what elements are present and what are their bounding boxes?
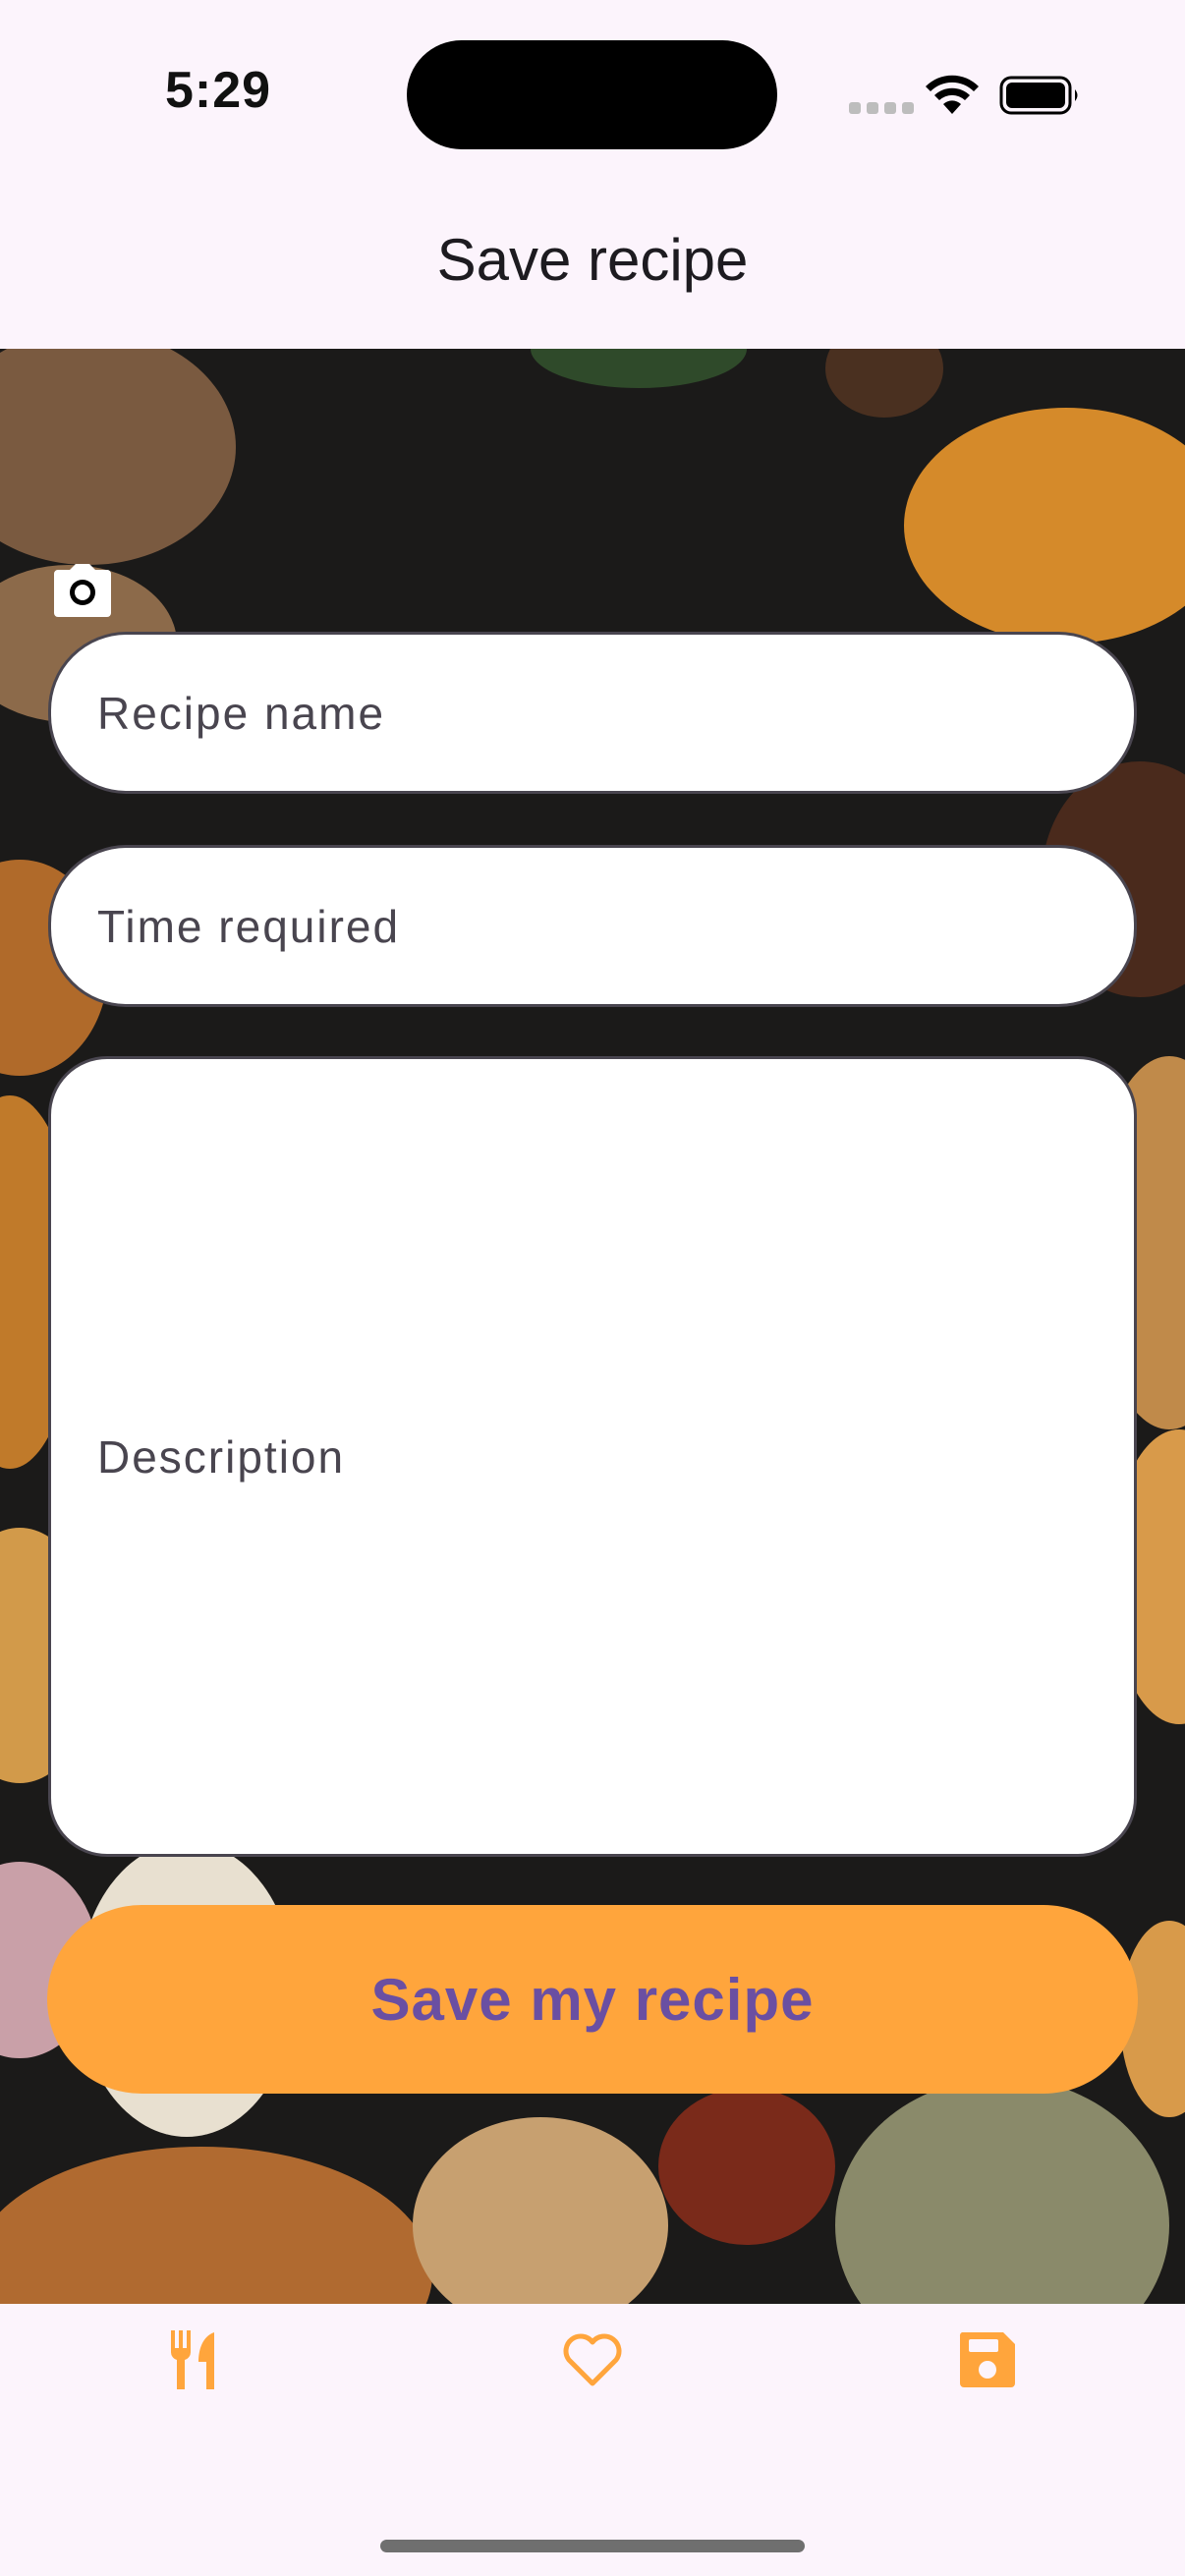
dynamic-island: [407, 40, 777, 149]
description-label: Description: [97, 1430, 346, 1483]
page-title: Save recipe: [436, 227, 749, 293]
recipe-name-input[interactable]: Recipe name: [48, 632, 1137, 794]
status-bar: 5:29: [0, 0, 1185, 196]
fork-knife-icon[interactable]: [167, 2328, 230, 2391]
time-required-input[interactable]: Time required: [48, 845, 1137, 1007]
home-indicator[interactable]: [380, 2540, 805, 2552]
time-required-label: Time required: [97, 900, 401, 952]
camera-icon[interactable]: [52, 562, 113, 619]
floppy-disk-icon[interactable]: [956, 2328, 1019, 2391]
save-recipe-button-label: Save my recipe: [370, 1966, 815, 2033]
description-input[interactable]: Description: [48, 1056, 1137, 1857]
recipe-name-label: Recipe name: [97, 687, 386, 739]
heart-icon[interactable]: [561, 2328, 624, 2391]
battery-icon: [999, 76, 1078, 115]
save-recipe-button[interactable]: Save my recipe: [47, 1905, 1138, 2094]
status-time: 5:29: [165, 62, 272, 119]
wifi-icon: [926, 75, 979, 114]
cellular-signal-icon: [849, 102, 914, 114]
